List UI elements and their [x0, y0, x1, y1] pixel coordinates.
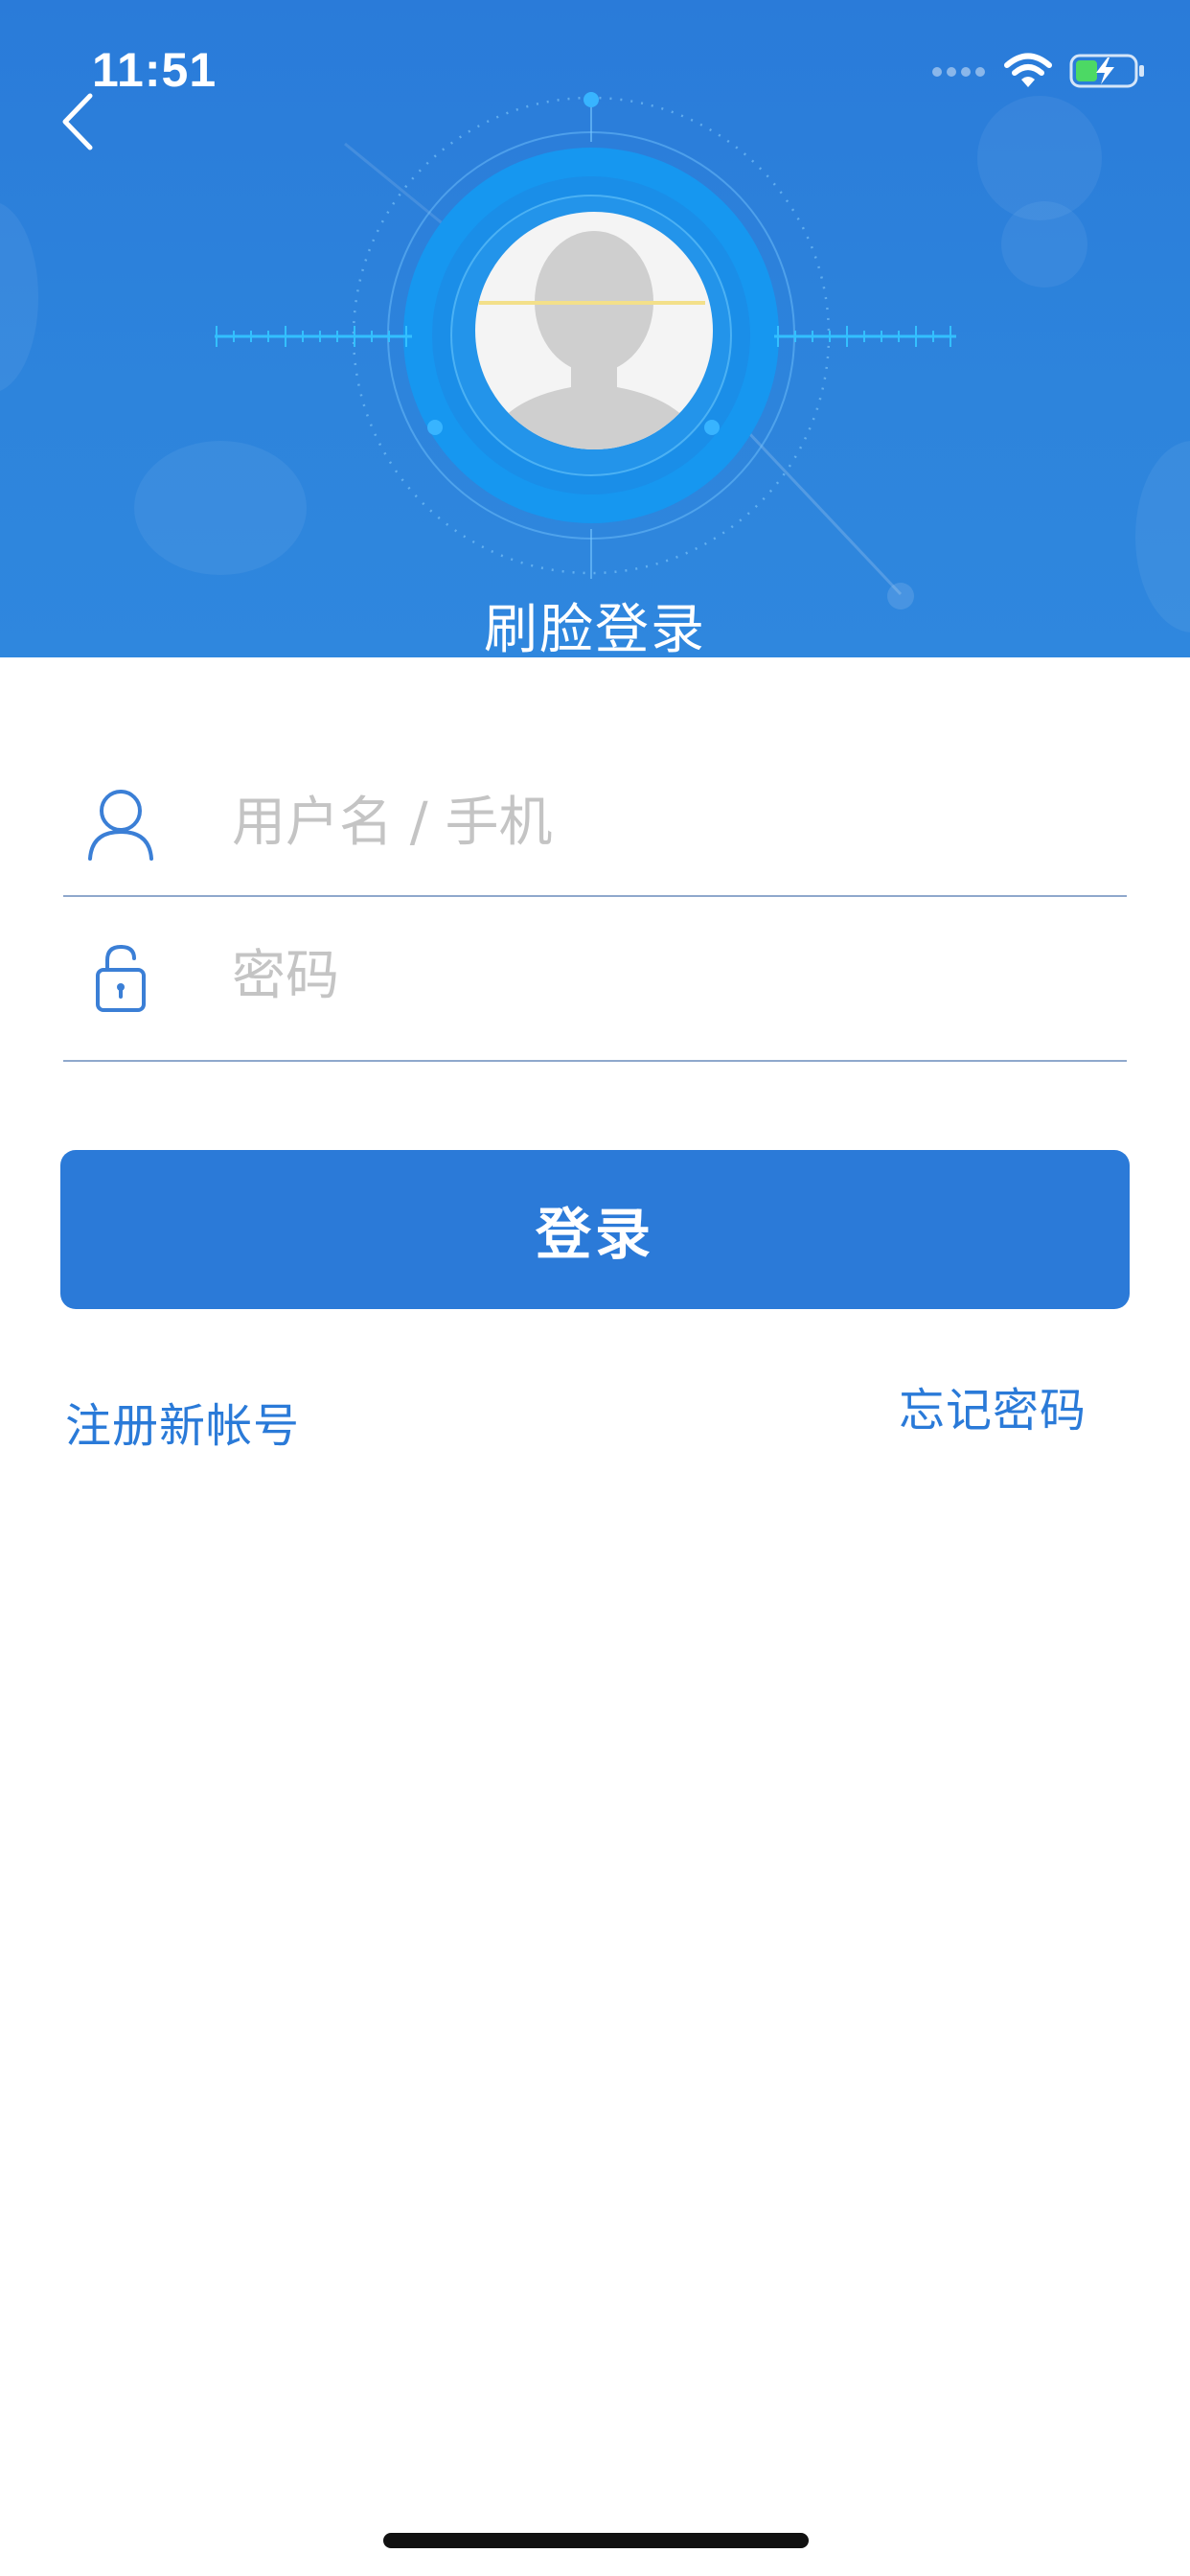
register-link[interactable]: 注册新帐号 [65, 1388, 300, 1455]
ring-dot [427, 420, 443, 435]
wifi-icon [1004, 53, 1052, 93]
face-scan-graphic [215, 92, 956, 610]
face-login-title[interactable]: 刷脸登录 [0, 586, 1190, 657]
signal-icon [931, 64, 987, 82]
user-icon [80, 784, 161, 864]
unlock-icon [80, 937, 161, 1018]
password-input[interactable] [230, 935, 1092, 1016]
crosshair-dot [584, 92, 599, 107]
status-icons [931, 52, 1146, 94]
ring-dot [704, 420, 720, 435]
chevron-left-icon [57, 92, 96, 155]
back-button[interactable] [42, 82, 111, 165]
face-login-header: 11:51 刷脸登录 [0, 0, 1190, 657]
forgot-password-link[interactable]: 忘记密码 [899, 1372, 1087, 1439]
login-button[interactable]: 登录 [60, 1150, 1130, 1309]
username-field [63, 757, 1127, 897]
decorative-line [344, 142, 451, 232]
home-indicator[interactable] [383, 2533, 809, 2548]
decorative-line [745, 429, 903, 596]
username-input[interactable] [230, 782, 1092, 862]
battery-charging-icon [1069, 52, 1146, 94]
login-screen: 11:51 刷脸登录 用户名 / 手机 登录 注册新帐号 忘记密码 [0, 0, 1190, 2576]
password-field [63, 910, 1127, 1062]
